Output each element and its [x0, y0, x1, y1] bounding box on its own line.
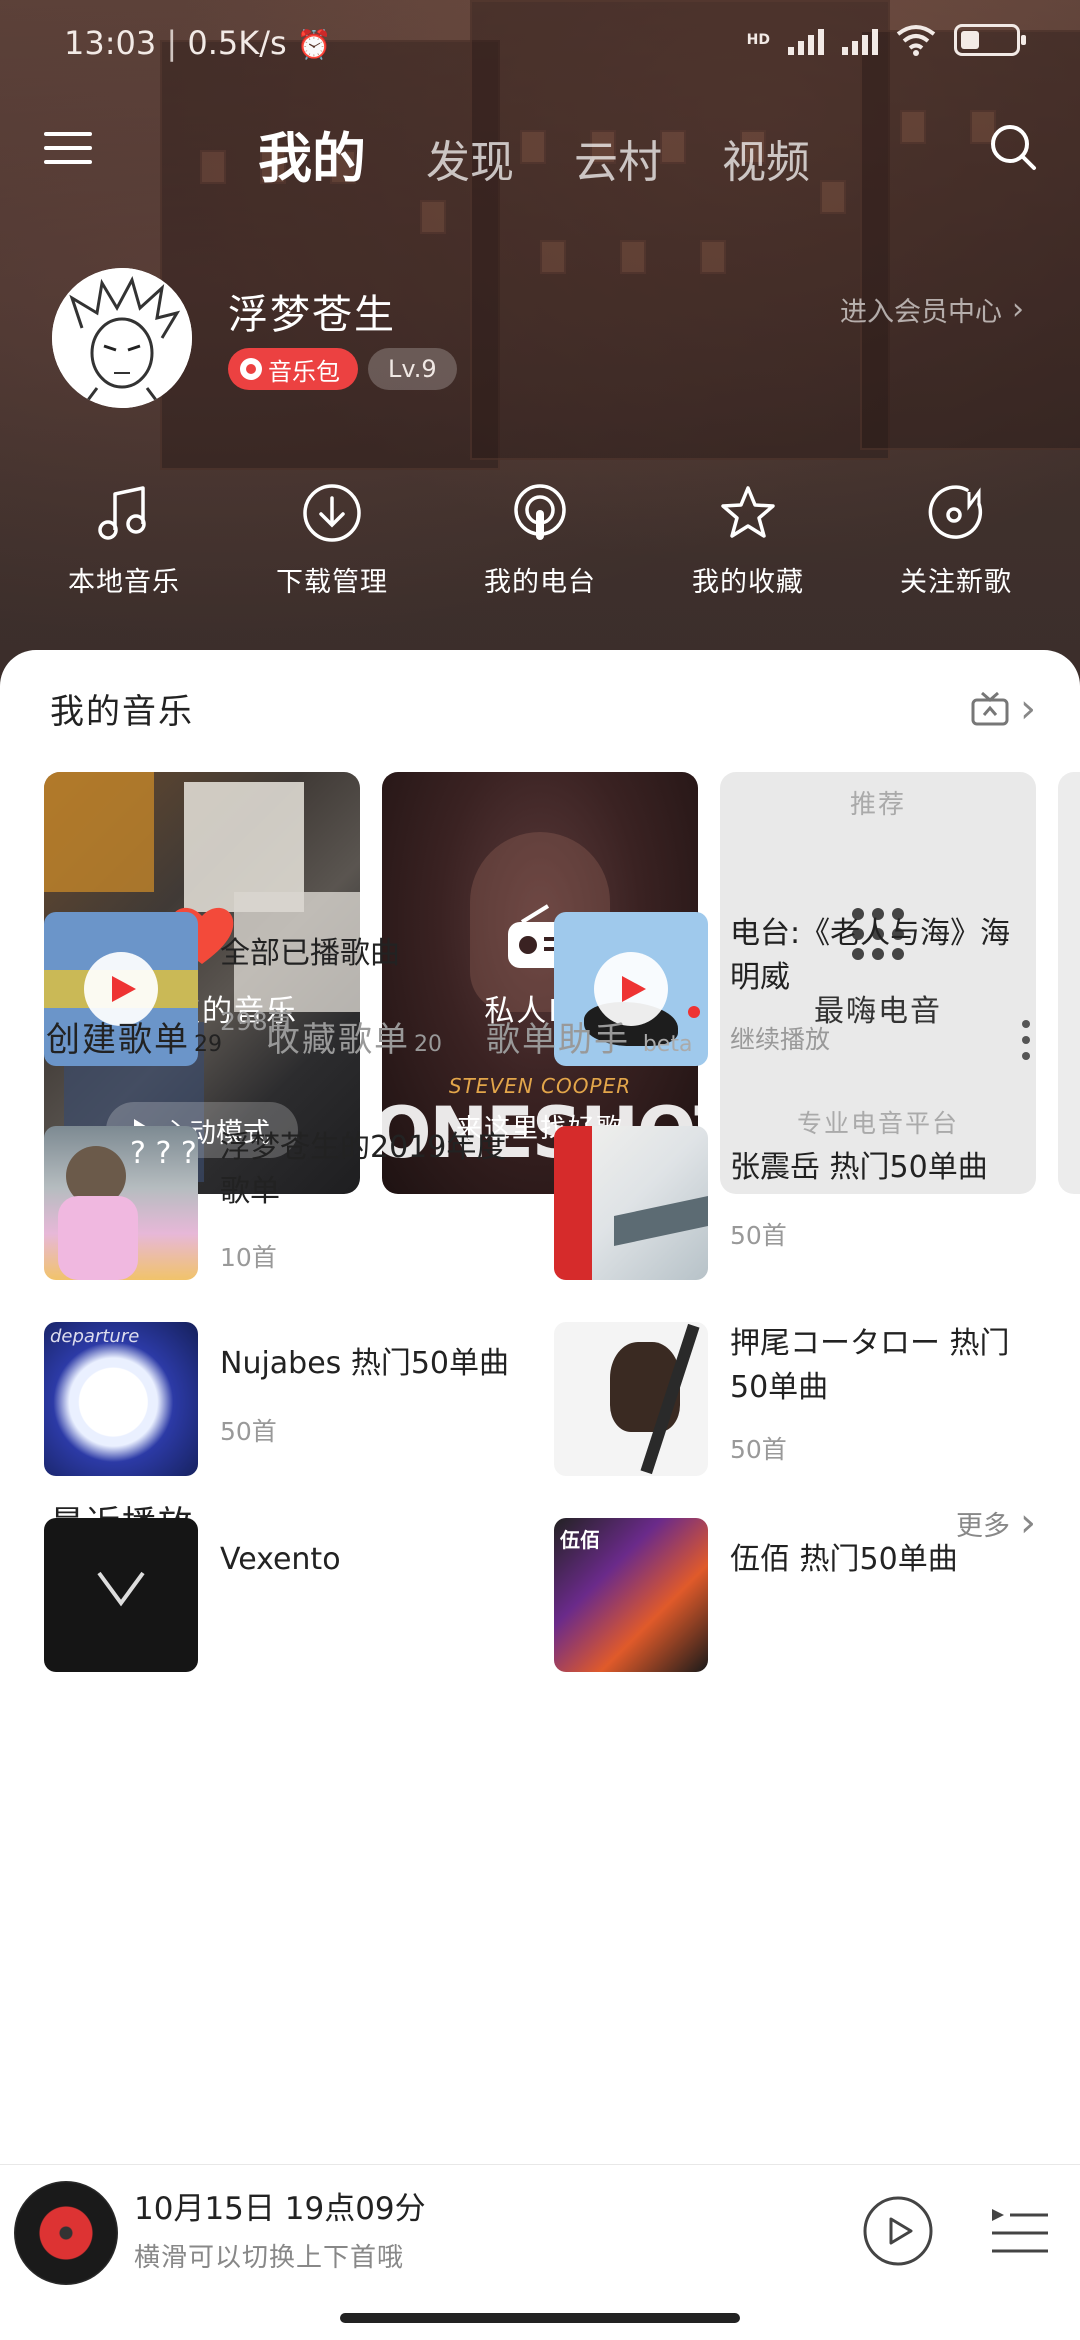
playlist-count: 50首	[730, 1435, 787, 1464]
top-nav: 我的 发现 云村 视频	[0, 110, 1080, 190]
quick-action-new-songs[interactable]: 关注新歌	[861, 480, 1051, 599]
music-pack-icon	[240, 358, 262, 380]
vip-center-link[interactable]: 进入会员中心 ›	[840, 290, 1024, 329]
playlist-title: Nujabes 热门50单曲	[220, 1346, 510, 1381]
music-pack-badge[interactable]: 音乐包	[228, 348, 358, 390]
album-disc[interactable]	[14, 2181, 118, 2285]
tab-discover[interactable]: 发现	[426, 126, 514, 190]
status-icons: HD	[746, 24, 1026, 56]
alarm-icon: ⏰	[296, 28, 332, 61]
tab-label: 歌单助手	[486, 1020, 630, 1060]
quick-action-label: 关注新歌	[900, 567, 1012, 598]
playlist-title: 浮梦苍生的2019年度歌单	[220, 1130, 507, 1209]
playlist-count: 50首	[730, 1221, 787, 1250]
network-speed: 0.5K/s	[187, 24, 287, 62]
more-options-icon[interactable]	[1016, 1020, 1036, 1066]
playlist-title: 押尾コータロー 热门50单曲	[730, 1326, 1010, 1405]
playlist-count: 50首	[220, 1417, 277, 1446]
my-music-title: 我的音乐	[50, 692, 194, 732]
music-pack-label: 音乐包	[268, 357, 340, 386]
search-icon[interactable]	[988, 122, 1038, 172]
chevron-right-icon: ›	[1020, 686, 1036, 732]
v-logo-icon	[97, 1571, 145, 1607]
playlist-cover: departure	[44, 1322, 198, 1476]
signal-2-icon	[842, 25, 878, 55]
clock: 13:03	[64, 24, 157, 62]
playlist-cover: ? ? ?	[44, 1126, 198, 1280]
play-button[interactable]	[862, 2195, 934, 2267]
signal-icon	[788, 25, 824, 55]
quick-action-downloads[interactable]: 下载管理	[237, 480, 427, 599]
playlist-item[interactable]: 伍佰 伍佰 热门50单曲	[554, 1518, 1034, 1672]
quick-action-label: 下载管理	[276, 567, 388, 598]
playlist-item[interactable]: ? ? ? 浮梦苍生的2019年度歌单 10首	[44, 1126, 524, 1280]
quick-action-local-music[interactable]: 本地音乐	[29, 480, 219, 599]
playlist-title: 伍佰 热门50单曲	[730, 1542, 958, 1577]
my-music-more[interactable]: ›	[970, 686, 1036, 732]
download-icon	[303, 484, 361, 542]
main-tabs: 我的 发现 云村 视频	[258, 114, 810, 193]
hd-tag: HD	[746, 32, 770, 48]
tab-label: 创建歌单	[46, 1020, 190, 1060]
playlist-title: Vexento	[220, 1542, 341, 1577]
star-icon	[721, 486, 775, 538]
vip-center-label: 进入会员中心	[840, 297, 1002, 328]
tab-playlist-assistant[interactable]: 歌单助手 beta	[486, 1006, 701, 1061]
tab-label: 收藏歌单	[266, 1020, 410, 1060]
tab-video[interactable]: 视频	[722, 126, 810, 190]
recent-item-title: 电台:《老人与海》海明威	[730, 916, 1011, 995]
quick-action-label: 本地音乐	[68, 567, 180, 598]
tab-cloud-village[interactable]: 云村	[574, 126, 662, 190]
playlist-item[interactable]: 押尾コータロー 热门50单曲 50首	[554, 1322, 1034, 1476]
home-indicator[interactable]	[340, 2313, 740, 2323]
next-card-peek[interactable]	[1058, 772, 1080, 1194]
tab-collected-playlists[interactable]: 收藏歌单 20	[266, 1012, 442, 1061]
playlist-cover	[554, 1126, 708, 1280]
tab-created-playlists[interactable]: 创建歌单 29	[46, 1012, 222, 1061]
tab-count: 20	[414, 1032, 442, 1057]
battery-icon	[954, 24, 1026, 56]
player-subtitle: 横滑可以切换上下首哦	[134, 2243, 405, 2273]
playlist-count: 10首	[220, 1243, 277, 1272]
playlist-cover	[44, 1518, 198, 1672]
content-panel: 我的音乐 › 我喜欢的音乐 心动模式 私人FM STEVEN COOPER ON…	[0, 650, 1080, 2340]
playlist-queue-icon[interactable]	[990, 2205, 1050, 2259]
quick-action-favorites[interactable]: 我的收藏	[653, 480, 843, 599]
playlist-item[interactable]: departure Nujabes 热门50单曲 50首	[44, 1322, 524, 1476]
wifi-icon	[896, 25, 936, 56]
playlist-title: 张震岳 热门50单曲	[730, 1150, 988, 1185]
recent-item-title: 全部已播歌曲	[220, 936, 400, 971]
avatar-image	[52, 268, 192, 408]
level-badge[interactable]: Lv.9	[368, 348, 457, 390]
quick-action-radio[interactable]: 我的电台	[445, 480, 635, 599]
menu-icon[interactable]	[44, 128, 92, 168]
mini-player[interactable]: 10月15日 19点09分 横滑可以切换上下首哦	[0, 2164, 1080, 2340]
avatar[interactable]	[52, 268, 192, 408]
player-title: 10月15日 19点09分	[134, 2191, 426, 2227]
recent-item-status: 继续播放	[730, 1025, 831, 1054]
podcast-icon	[514, 484, 566, 540]
music-note-icon	[98, 486, 146, 540]
tab-count: 29	[194, 1032, 222, 1057]
playlist-cover	[554, 1322, 708, 1476]
status-time: 13:03 | 0.5K/s ⏰	[64, 24, 332, 62]
quick-action-label: 我的收藏	[692, 567, 804, 598]
new-song-icon	[928, 485, 983, 539]
playlist-tabs: 创建歌单 29 收藏歌单 20 歌单助手 beta	[46, 1006, 701, 1061]
tv-icon	[971, 691, 1009, 726]
status-bar: 13:03 | 0.5K/s ⏰ HD	[0, 0, 1080, 90]
beta-tag: beta	[642, 1032, 693, 1057]
quick-actions: 本地音乐 下载管理 我的电台 我的收藏 关注新歌	[0, 480, 1080, 599]
username[interactable]: 浮梦苍生	[228, 282, 396, 340]
playlist-cover: 伍佰	[554, 1518, 708, 1672]
playlist-item[interactable]: Vexento	[44, 1518, 524, 1672]
chevron-right-icon: ›	[1012, 292, 1024, 327]
edm-tag: 推荐	[849, 790, 906, 820]
tab-mine[interactable]: 我的	[258, 114, 366, 193]
playlist-item[interactable]: 张震岳 热门50单曲 50首	[554, 1126, 1034, 1280]
quick-action-label: 我的电台	[484, 567, 596, 598]
